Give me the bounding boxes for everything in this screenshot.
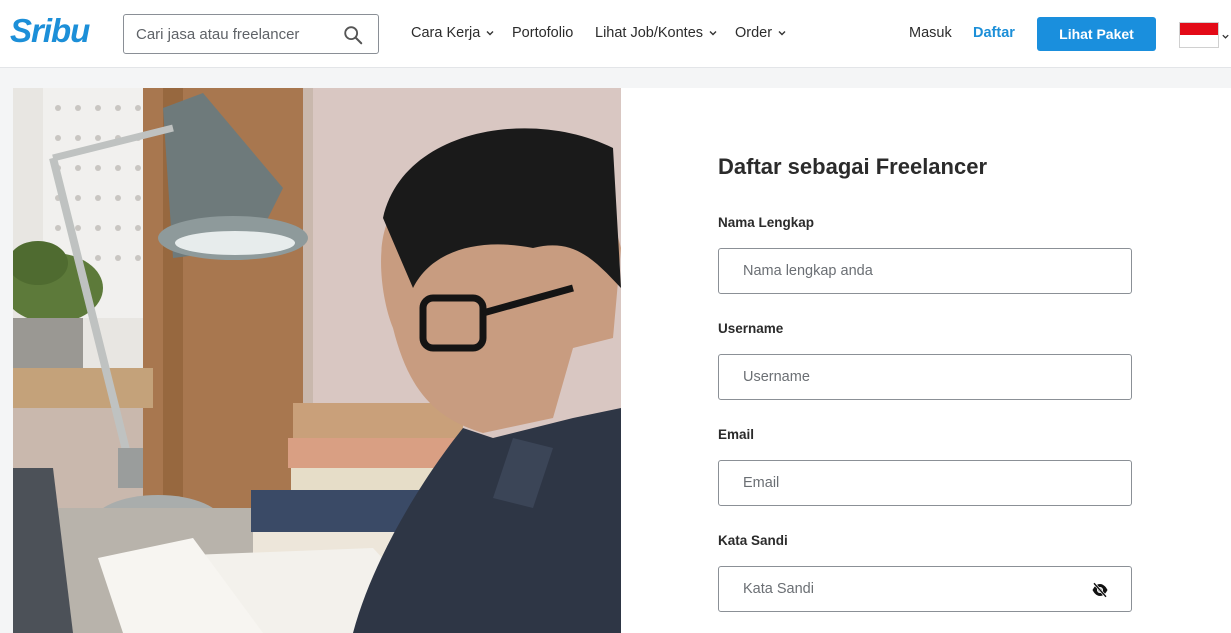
nav-label: Portofolio (512, 25, 574, 41)
password-input[interactable] (719, 567, 1131, 611)
sribu-logo[interactable]: Sribu (10, 12, 90, 50)
register-form-panel: Daftar sebagai Freelancer Nama Lengkap U… (621, 88, 1231, 633)
full-name-input[interactable] (719, 249, 1131, 293)
search-icon[interactable] (342, 24, 364, 46)
form-title: Daftar sebagai Freelancer (718, 154, 988, 179)
nav-lihat-job-kontes[interactable]: Lihat Job/Kontes (595, 25, 718, 41)
eye-off-icon[interactable] (1091, 581, 1109, 599)
email-label: Email (718, 427, 755, 442)
full-name-label: Nama Lengkap (718, 215, 815, 230)
hero-photo (13, 88, 621, 633)
chevron-down-icon (486, 31, 494, 36)
nav-label: Order (735, 25, 773, 41)
nav-portofolio[interactable]: Portofolio (512, 25, 573, 41)
register-link[interactable]: Daftar (973, 25, 1015, 41)
password-label: Kata Sandi (718, 533, 788, 548)
indonesia-flag-icon[interactable] (1179, 22, 1219, 48)
email-input[interactable] (719, 461, 1131, 505)
nav-order[interactable]: Order (735, 25, 787, 41)
username-input[interactable] (719, 355, 1131, 399)
password-field[interactable] (718, 566, 1132, 612)
lihat-paket-button[interactable]: Lihat Paket (1037, 17, 1156, 51)
student-studying-illustration (13, 88, 621, 633)
username-label: Username (718, 321, 784, 336)
login-link[interactable]: Masuk (909, 25, 952, 41)
search-box[interactable] (123, 14, 379, 54)
username-field[interactable] (718, 354, 1132, 400)
chevron-down-icon (778, 31, 786, 36)
search-input[interactable] (124, 15, 334, 53)
nav-cara-kerja[interactable]: Cara Kerja (411, 25, 495, 41)
chevron-down-icon[interactable] (1221, 32, 1230, 41)
email-field[interactable] (718, 460, 1132, 506)
top-header: Sribu Cara Kerja Portofolio Lihat Job/Ko… (0, 0, 1231, 68)
chevron-down-icon (709, 31, 717, 36)
nav-label: Lihat Job/Kontes (595, 25, 704, 41)
full-name-field[interactable] (718, 248, 1132, 294)
nav-label: Cara Kerja (411, 25, 481, 41)
